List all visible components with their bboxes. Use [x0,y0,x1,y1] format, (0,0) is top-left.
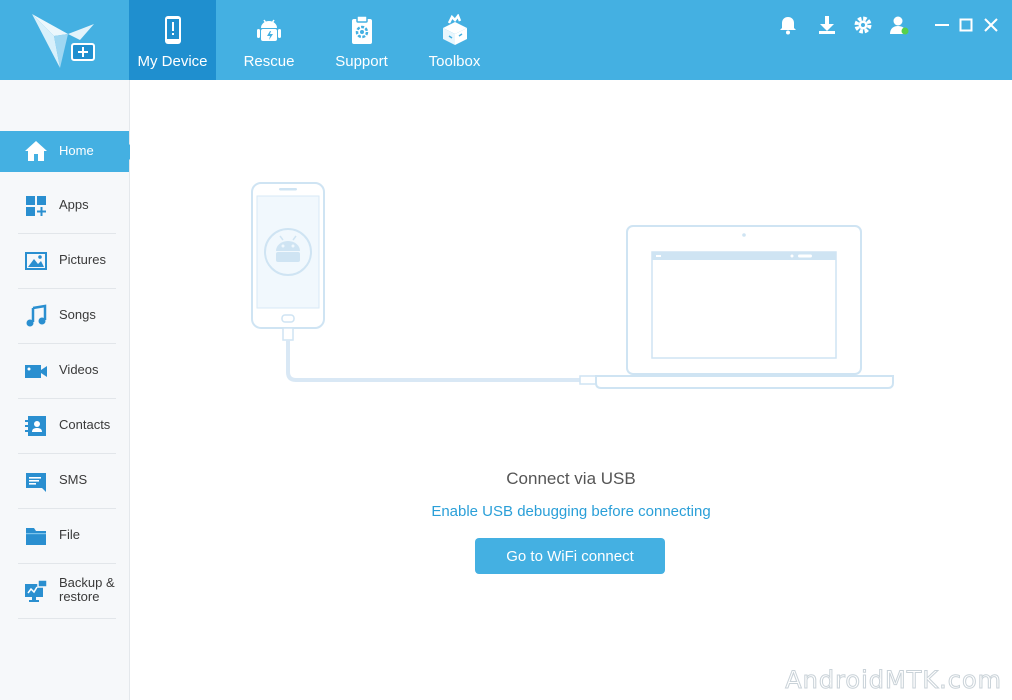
usb-cable [282,327,597,385]
tab-my-device[interactable]: My Device [129,0,216,80]
sidebar-item-file[interactable]: File [18,509,116,564]
tab-label: Support [335,53,388,70]
sidebar-item-label: Pictures [59,252,106,267]
folder-icon [26,528,46,545]
laptop-illustration [595,225,894,389]
contact-card-icon [25,416,46,436]
video-camera-icon [25,365,47,378]
close-icon[interactable] [980,14,1002,36]
sidebar-item-label: SMS [59,472,88,487]
clipboard-gear-icon [351,15,372,44]
tab-label: My Device [137,53,208,70]
main-panel: Connect via USB Enable USB debugging bef… [130,80,1012,700]
title-bar: My Device Rescue Support Toolbox [0,0,1012,80]
backup-monitor-icon [25,579,48,602]
apps-grid-icon [26,196,46,216]
sidebar-item-label: Home [59,143,94,158]
android-icon [257,19,281,41]
tab-label: Rescue [243,53,295,70]
bird-logo-icon [32,14,95,68]
tab-label: Toolbox [428,53,481,70]
message-icon [26,473,46,492]
sidebar-item-label: File [59,527,80,542]
picture-icon [25,252,47,270]
connect-title: Connect via USB [506,469,636,488]
gear-icon[interactable] [852,14,874,36]
sidebar-item-label: Backup & restore [59,576,115,604]
sidebar-item-sms[interactable]: SMS [18,454,116,509]
label-line-1: Backup & [59,575,115,590]
wifi-connect-button[interactable]: Go to WiFi connect [475,538,665,574]
tab-rescue[interactable]: Rescue [226,0,312,80]
sidebar-item-apps[interactable]: Apps [18,179,116,234]
sidebar-item-label: Apps [59,197,89,212]
sidebar: Home Apps Pictures Songs Videos Contacts… [0,80,136,700]
sidebar-item-label: Videos [59,362,99,377]
sidebar-item-label: Songs [59,307,96,322]
sidebar-item-backup-restore[interactable]: Backup & restore [18,564,116,619]
bell-icon[interactable] [777,14,799,36]
maximize-icon[interactable] [955,14,977,36]
sidebar-item-videos[interactable]: Videos [18,344,116,399]
tab-toolbox[interactable]: Toolbox [411,0,498,80]
sidebar-item-label: Contacts [59,417,111,432]
usb-connection-illustration [251,182,894,389]
sidebar-item-home[interactable]: Home [0,131,136,172]
label-line-2: restore [59,589,100,604]
toolbox-icon [442,14,467,45]
phone-illustration [251,182,325,329]
enable-usb-debugging-link[interactable]: Enable USB debugging before connecting [130,503,1012,520]
tab-support[interactable]: Support [318,0,405,80]
sidebar-item-pictures[interactable]: Pictures [18,234,116,289]
minimize-icon[interactable] [931,14,953,36]
sidebar-item-contacts[interactable]: Contacts [18,399,116,454]
user-icon[interactable] [888,14,910,36]
phone-alert-icon [164,16,181,44]
watermark: AndroidMTK.com [785,666,1002,695]
home-icon [25,141,47,161]
music-note-icon [26,304,47,327]
sidebar-item-songs[interactable]: Songs [18,289,116,344]
download-icon[interactable] [816,14,838,36]
